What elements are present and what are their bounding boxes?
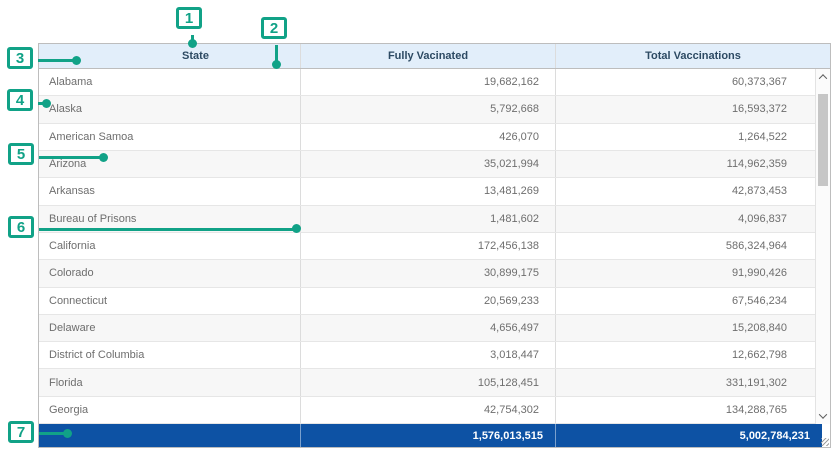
- fully-vaccinated-cell: 105,128,451: [300, 369, 555, 395]
- scroll-down-button[interactable]: [816, 408, 830, 424]
- page: State Fully Vacinated Total Vaccinations…: [0, 0, 833, 453]
- table-row[interactable]: District of Columbia 3,018,447 12,662,79…: [39, 342, 815, 369]
- state-cell: Bureau of Prisons: [39, 206, 300, 232]
- fully-vaccinated-cell: 42,754,302: [300, 397, 555, 423]
- total-vaccinations-cell: 67,546,234: [555, 288, 815, 314]
- state-cell: Alabama: [39, 69, 300, 95]
- table-row[interactable]: Colorado 30,899,175 91,990,426: [39, 260, 815, 287]
- state-cell: Arizona: [39, 151, 300, 177]
- fully-vaccinated-cell: 426,070: [300, 124, 555, 150]
- total-vaccinations-cell: 4,096,837: [555, 206, 815, 232]
- scroll-up-button[interactable]: [816, 69, 830, 85]
- callout-1: 1: [176, 7, 202, 29]
- callout-3: 3: [7, 47, 33, 69]
- total-vaccinations-cell: 586,324,964: [555, 233, 815, 259]
- state-cell: Georgia: [39, 397, 300, 423]
- scrollbar-thumb[interactable]: [818, 94, 828, 186]
- resize-grip-icon[interactable]: [821, 438, 829, 446]
- state-cell: Delaware: [39, 315, 300, 341]
- callout-4: 4: [7, 89, 33, 111]
- total-vaccinations-cell: 16,593,372: [555, 96, 815, 122]
- callout-7: 7: [8, 421, 34, 443]
- total-vaccinations-cell: 1,264,522: [555, 124, 815, 150]
- total-vaccinations-cell: 15,208,840: [555, 315, 815, 341]
- total-vaccinations-cell: 134,288,765: [555, 397, 815, 423]
- fully-vaccinated-cell: 3,018,447: [300, 342, 555, 368]
- total-vaccinations-cell: 331,191,302: [555, 369, 815, 395]
- state-cell: District of Columbia: [39, 342, 300, 368]
- table-row[interactable]: California 172,456,138 586,324,964: [39, 233, 815, 260]
- state-cell: Colorado: [39, 260, 300, 286]
- fully-vaccinated-cell: 13,481,269: [300, 178, 555, 204]
- table-row[interactable]: Bureau of Prisons 1,481,602 4,096,837: [39, 206, 815, 233]
- fully-vaccinated-cell: 172,456,138: [300, 233, 555, 259]
- table-row[interactable]: Connecticut 20,569,233 67,546,234: [39, 288, 815, 315]
- table-body: Alabama 19,682,162 60,373,367 Alaska 5,7…: [39, 69, 815, 424]
- state-cell: Alaska: [39, 96, 300, 122]
- total-fully-vaccinated-cell: 1,576,013,515: [300, 424, 555, 447]
- table-row[interactable]: Georgia 42,754,302 134,288,765: [39, 397, 815, 424]
- table-row[interactable]: Alaska 5,792,668 16,593,372: [39, 96, 815, 123]
- chevron-down-icon: [819, 410, 827, 418]
- fully-vaccinated-cell: 1,481,602: [300, 206, 555, 232]
- fully-vaccinated-cell: 19,682,162: [300, 69, 555, 95]
- state-cell: American Samoa: [39, 124, 300, 150]
- total-vaccinations-cell: 91,990,426: [555, 260, 815, 286]
- fully-vaccinated-cell: 20,569,233: [300, 288, 555, 314]
- table-row[interactable]: Florida 105,128,451 331,191,302: [39, 369, 815, 396]
- total-vaccinations-cell: 114,962,359: [555, 151, 815, 177]
- total-vaccinations-cell: 12,662,798: [555, 342, 815, 368]
- vaccination-table: State Fully Vacinated Total Vaccinations…: [38, 43, 831, 448]
- chevron-up-icon: [819, 74, 827, 82]
- table-row[interactable]: Alabama 19,682,162 60,373,367: [39, 69, 815, 96]
- fully-vaccinated-cell: 30,899,175: [300, 260, 555, 286]
- total-vaccinations-cell: 60,373,367: [555, 69, 815, 95]
- state-cell: Arkansas: [39, 178, 300, 204]
- total-state-cell: [39, 424, 300, 447]
- fully-vaccinated-cell: 35,021,994: [300, 151, 555, 177]
- total-vaccinations-cell: 42,873,453: [555, 178, 815, 204]
- column-header-fully-vaccinated[interactable]: Fully Vacinated: [300, 44, 555, 68]
- fully-vaccinated-cell: 4,656,497: [300, 315, 555, 341]
- table-row[interactable]: Delaware 4,656,497 15,208,840: [39, 315, 815, 342]
- callout-2: 2: [261, 17, 287, 39]
- state-cell: Florida: [39, 369, 300, 395]
- vertical-scrollbar[interactable]: [815, 69, 830, 424]
- column-header-state[interactable]: State: [39, 44, 300, 68]
- total-row: 1,576,013,515 5,002,784,231: [39, 424, 822, 447]
- table-header: State Fully Vacinated Total Vaccinations: [39, 44, 830, 69]
- callout-6: 6: [8, 216, 34, 238]
- callout-5: 5: [8, 143, 34, 165]
- fully-vaccinated-cell: 5,792,668: [300, 96, 555, 122]
- state-cell: California: [39, 233, 300, 259]
- table-row[interactable]: Arkansas 13,481,269 42,873,453: [39, 178, 815, 205]
- total-total-vaccinations-cell: 5,002,784,231: [555, 424, 822, 447]
- table-row[interactable]: Arizona 35,021,994 114,962,359: [39, 151, 815, 178]
- column-header-total-vaccinations[interactable]: Total Vaccinations: [555, 44, 830, 68]
- state-cell: Connecticut: [39, 288, 300, 314]
- table-row[interactable]: American Samoa 426,070 1,264,522: [39, 124, 815, 151]
